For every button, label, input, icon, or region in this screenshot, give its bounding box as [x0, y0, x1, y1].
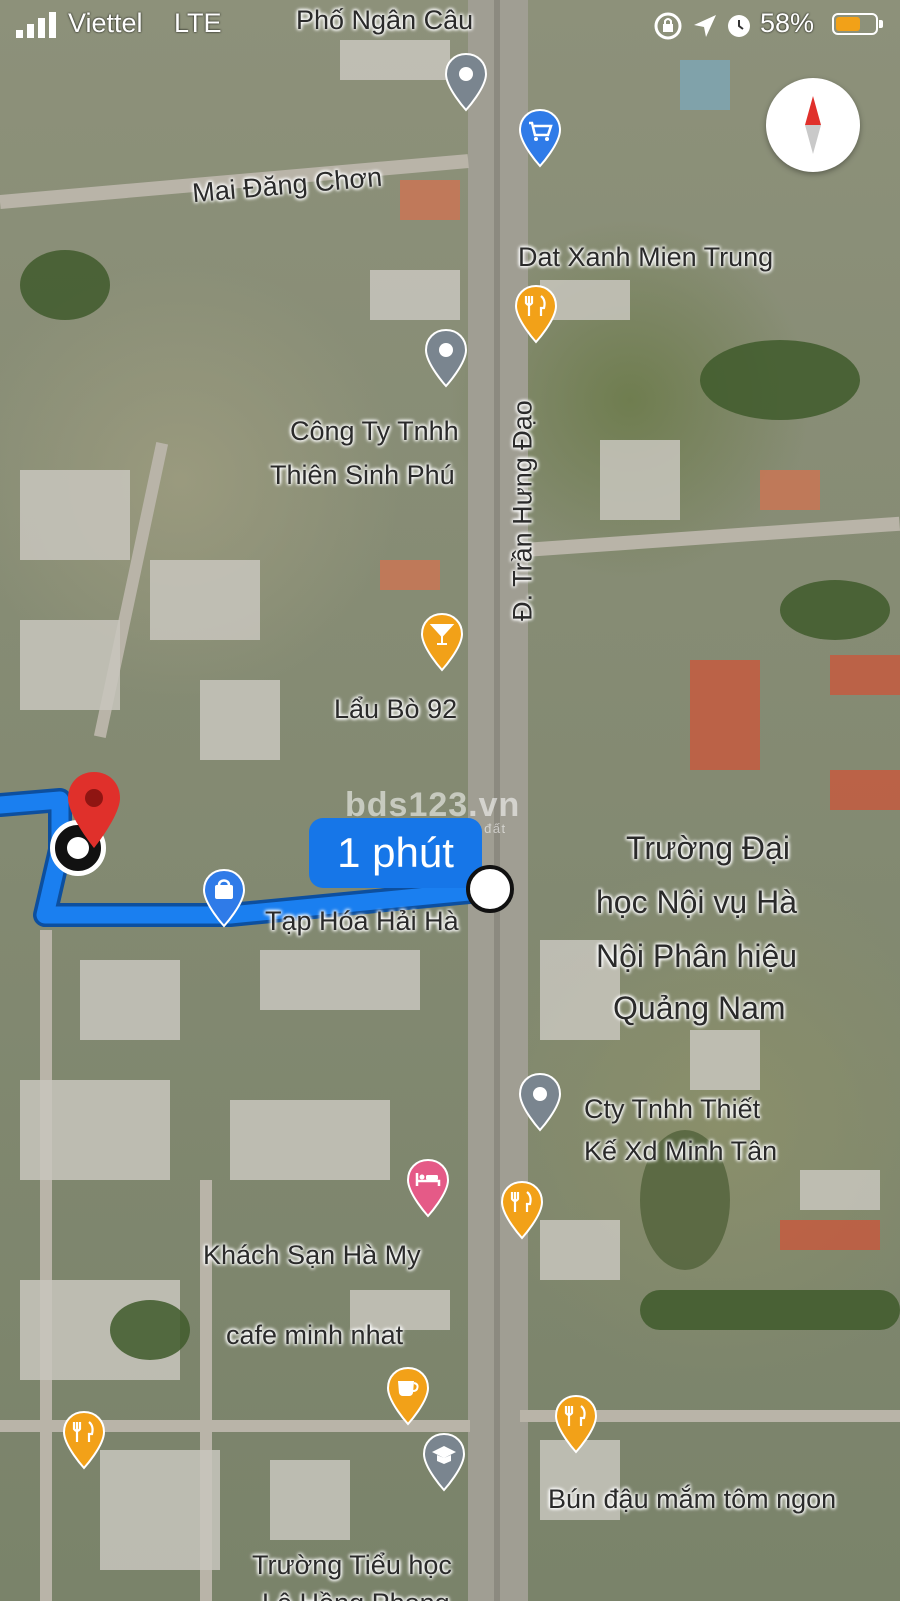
network-type: LTE [174, 8, 222, 38]
compass-needle-icon [805, 96, 821, 154]
place-label-university-4: Quảng Nam [613, 990, 786, 1026]
place-pin-icon[interactable] [424, 328, 468, 388]
status-bar: Viettel LTE 58% [0, 0, 900, 48]
shopping-cart-pin-icon[interactable] [518, 108, 562, 168]
place-label-university-3: Nội Phân hiệu [596, 938, 798, 974]
carrier-name: Viettel [68, 8, 143, 38]
place-label-bun-dau: Bún đậu mắm tôm ngon [548, 1484, 837, 1514]
place-label-tap-hoa: Tạp Hóa Hải Hà [265, 906, 459, 936]
location-arrow-icon [694, 15, 716, 37]
place-label-cafe: cafe minh nhat [226, 1320, 404, 1350]
start-location-marker[interactable] [466, 865, 514, 913]
place-label-khach-san: Khách Sạn Hà My [203, 1240, 421, 1270]
school-pin-icon[interactable] [422, 1432, 466, 1492]
battery-icon [832, 13, 878, 35]
route-eta: 1 phút [337, 829, 454, 876]
place-label-minh-tan-2: Kế Xd Minh Tân [584, 1136, 778, 1166]
street-label-tran-hung-dao: Đ. Trần Hưng Đạo [507, 400, 538, 621]
restaurant-pin-icon[interactable] [62, 1410, 106, 1470]
place-pin-icon[interactable] [444, 52, 488, 112]
battery-level [836, 17, 860, 31]
orientation-lock-icon [654, 12, 682, 40]
bar-pin-icon[interactable] [420, 612, 464, 672]
battery-tip [879, 20, 883, 28]
satellite-map[interactable]: bds123.vn kênh thông tin nhà đất 1 phút [0, 0, 900, 1601]
place-label-dat-xanh: Dat Xanh Mien Trung [518, 242, 774, 272]
shopping-bag-pin-icon[interactable] [202, 868, 246, 928]
signal-strength-icon [16, 12, 56, 38]
place-pin-icon[interactable] [518, 1072, 562, 1132]
hotel-pin-icon[interactable] [406, 1158, 450, 1218]
restaurant-pin-icon[interactable] [554, 1394, 598, 1454]
place-label-university-2: học Nội vụ Hà [596, 884, 797, 920]
destination-pin-icon[interactable] [64, 770, 124, 850]
place-label-thien-sinh-phu-2: Thiên Sinh Phú [270, 460, 455, 490]
place-label-thien-sinh-phu-1: Công Ty Tnhh [290, 416, 459, 446]
place-label-university-1: Trường Đại [626, 830, 790, 866]
place-label-lau-bo: Lẩu Bò 92 [334, 694, 458, 724]
place-label-minh-tan-1: Cty Tnhh Thiết [584, 1094, 761, 1124]
place-label-primary-school-2: Lê Hồng Phong [262, 1588, 450, 1601]
battery-percent: 58% [760, 8, 815, 38]
compass-button[interactable] [766, 78, 860, 172]
cafe-pin-icon[interactable] [386, 1366, 430, 1426]
restaurant-pin-icon[interactable] [500, 1180, 544, 1240]
place-label-primary-school-1: Trường Tiểu học [252, 1550, 452, 1580]
alarm-clock-icon [728, 15, 750, 37]
restaurant-pin-icon[interactable] [514, 284, 558, 344]
route-eta-bubble[interactable]: 1 phút [309, 818, 482, 888]
